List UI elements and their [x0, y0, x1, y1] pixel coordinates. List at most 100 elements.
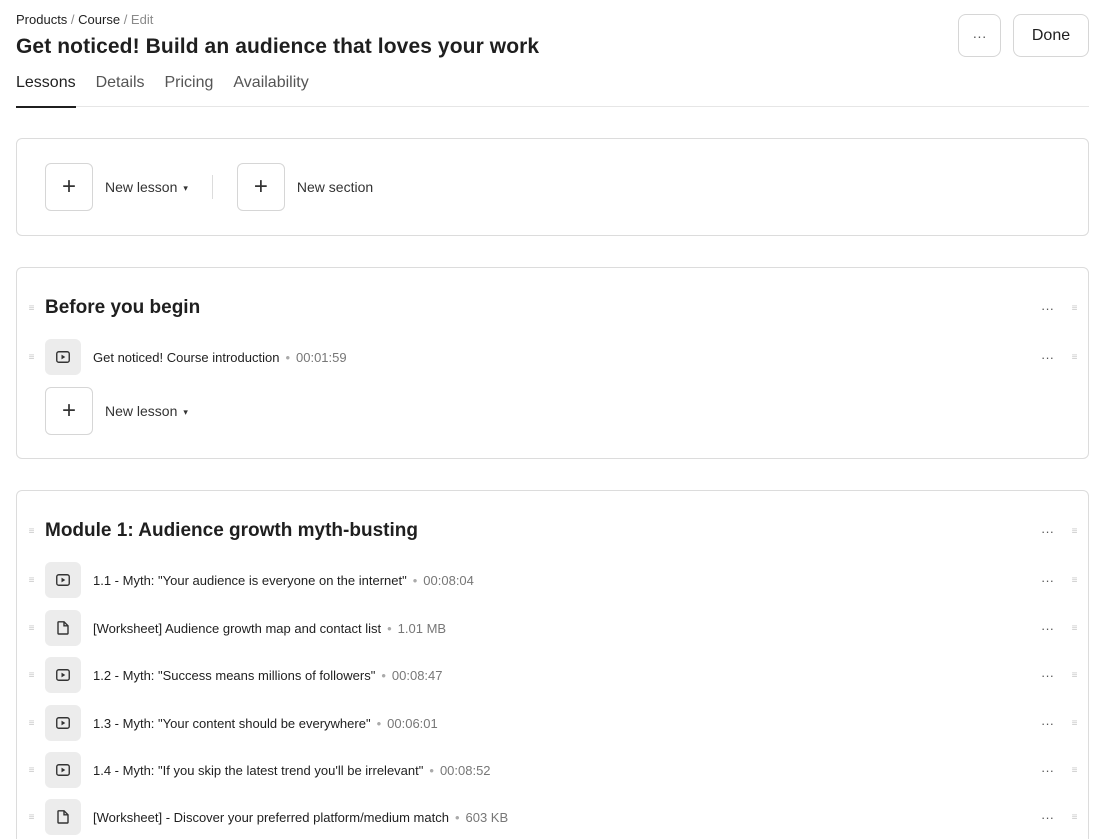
lesson-duration: 00:08:52 [439, 762, 491, 778]
lesson-name: [Worksheet] Audience growth map and cont… [93, 620, 382, 636]
lesson-duration: 00:08:04 [423, 572, 474, 588]
lesson-title[interactable]: 1.1 - Myth: "Your audience is everyone o… [93, 573, 474, 588]
new-section-plus-button[interactable]: + [236, 163, 285, 211]
section-more-icon[interactable]: ··· [1041, 524, 1054, 539]
tab-pricing[interactable]: Pricing [165, 71, 214, 107]
video-icon [45, 339, 81, 375]
new-section-button[interactable]: New section [297, 179, 373, 195]
lesson-row[interactable]: ≡ 1.3 - Myth: "Your content should be ev… [17, 705, 1088, 741]
lesson-title[interactable]: Get noticed! Course introduction • 00:01:5… [93, 350, 347, 365]
drag-handle-icon[interactable]: ≡ [1069, 670, 1079, 681]
drag-handle-icon[interactable]: ≡ [26, 765, 36, 776]
drag-handle-icon[interactable]: ≡ [1069, 765, 1079, 776]
tab-availability[interactable]: Availability [233, 71, 308, 107]
lesson-duration: 00:06:01 [387, 715, 438, 731]
new-lesson-label: New lesson [105, 403, 178, 419]
lesson-name: 1.4 - Myth: "If you skip the latest tren… [93, 762, 424, 778]
drag-handle-icon[interactable]: ≡ [26, 670, 36, 681]
drag-handle-icon[interactable]: ≡ [1069, 526, 1079, 537]
drag-handle-icon[interactable]: ≡ [1069, 303, 1079, 314]
drag-handle-icon[interactable]: ≡ [1069, 623, 1079, 634]
file-size: 1.01 MB [397, 620, 447, 636]
section-more-icon[interactable]: ··· [1041, 301, 1054, 316]
breadcrumb: Products / Course / Edit [16, 12, 1089, 28]
lesson-name: 1.2 - Myth: "Success means millions of f… [93, 667, 376, 683]
lesson-duration: 00:01:59 [296, 349, 347, 365]
done-button[interactable]: Done [1013, 14, 1089, 57]
separator-dot: • [429, 762, 434, 778]
lesson-row[interactable]: ≡ [Worksheet] - Discover your preferred … [17, 799, 1088, 835]
caret-down-icon: ▾ [183, 407, 188, 417]
new-lesson-label: New lesson [105, 179, 178, 195]
drag-handle-icon[interactable]: ≡ [26, 303, 36, 314]
tab-lessons[interactable]: Lessons [16, 71, 76, 108]
lesson-name: Get noticed! Course introduction [93, 349, 280, 365]
lesson-duration: 00:08:47 [391, 667, 443, 683]
plus-icon: + [61, 173, 76, 200]
lesson-title[interactable]: 1.4 - Myth: "If you skip the latest tren… [93, 763, 491, 778]
tab-details[interactable]: Details [96, 71, 145, 107]
lesson-row[interactable]: ≡ 1.2 - Myth: "Success means millions of… [17, 657, 1088, 693]
lesson-more-icon[interactable]: ··· [1041, 621, 1054, 636]
drag-handle-icon[interactable]: ≡ [26, 718, 36, 729]
video-icon [45, 562, 81, 598]
drag-handle-icon[interactable]: ≡ [26, 812, 36, 823]
separator-dot: • [412, 572, 418, 588]
file-size: 603 KB [465, 809, 509, 825]
breadcrumb-course[interactable]: Course [78, 12, 120, 27]
breadcrumb-separator: / [67, 12, 79, 27]
new-lesson-dropdown[interactable]: New lesson ▾ [105, 179, 188, 195]
drag-handle-icon[interactable]: ≡ [26, 352, 36, 363]
lesson-more-icon[interactable]: ··· [1041, 350, 1054, 365]
lesson-title[interactable]: 1.2 - Myth: "Success means millions of f… [93, 668, 443, 683]
drag-handle-icon[interactable]: ≡ [1069, 812, 1079, 823]
new-lesson-plus-button[interactable]: + [45, 387, 93, 435]
drag-handle-icon[interactable]: ≡ [1069, 352, 1079, 363]
add-lesson-row: + New lesson ▾ [45, 387, 188, 435]
lesson-name: [Worksheet] - Discover your preferred pl… [93, 809, 449, 825]
breadcrumb-separator: / [120, 12, 131, 27]
add-content-toolbar: + New lesson ▾ + New section [45, 163, 373, 211]
new-lesson-plus-button[interactable]: + [45, 163, 93, 211]
drag-handle-icon[interactable]: ≡ [1069, 718, 1079, 729]
lesson-title[interactable]: [Worksheet] Audience growth map and cont… [93, 621, 446, 636]
video-icon [45, 752, 81, 788]
file-icon [45, 610, 81, 646]
drag-handle-icon[interactable]: ≡ [26, 623, 36, 634]
file-icon [45, 799, 81, 835]
section-header: ≡ Before you begin ··· ≡ [17, 293, 1088, 323]
page-title: Get noticed! Build an audience that love… [16, 35, 540, 58]
page-header: Products / Course / Edit Get noticed! Bu… [16, 12, 1089, 60]
separator-dot: • [376, 715, 382, 731]
more-options-button[interactable]: ··· [958, 14, 1001, 57]
new-lesson-dropdown[interactable]: New lesson ▾ [105, 403, 188, 419]
separator-dot: • [381, 667, 386, 683]
lesson-row[interactable]: ≡ Get noticed! Course introduction • 00:01… [17, 339, 1088, 375]
drag-handle-icon[interactable]: ≡ [1069, 575, 1079, 586]
lesson-more-icon[interactable]: ··· [1041, 573, 1054, 588]
video-icon [45, 705, 81, 741]
section-card: ≡ Module 1: Audience growth myth-busting… [16, 490, 1089, 839]
section-header: ≡ Module 1: Audience growth myth-busting… [17, 516, 1088, 546]
breadcrumb-products[interactable]: Products [16, 12, 67, 27]
section-title: Module 1: Audience growth myth-busting [45, 520, 418, 541]
section-title: Before you begin [45, 297, 201, 318]
lesson-row[interactable]: ≡ [Worksheet] Audience growth map and co… [17, 610, 1088, 646]
lesson-title[interactable]: [Worksheet] - Discover your preferred pl… [93, 810, 508, 825]
lesson-more-icon[interactable]: ··· [1041, 763, 1054, 778]
lesson-more-icon[interactable]: ··· [1041, 810, 1054, 825]
drag-handle-icon[interactable]: ≡ [26, 575, 36, 586]
add-content-card: + New lesson ▾ + New section [16, 138, 1089, 236]
separator-dot: • [454, 809, 460, 825]
separator-dot: • [387, 620, 392, 636]
lesson-more-icon[interactable]: ··· [1041, 716, 1054, 731]
caret-down-icon: ▾ [183, 183, 188, 193]
lesson-row[interactable]: ≡ 1.1 - Myth: "Your audience is everyone… [17, 562, 1088, 598]
lesson-row[interactable]: ≡ 1.4 - Myth: "If you skip the latest tr… [17, 752, 1088, 788]
lesson-more-icon[interactable]: ··· [1041, 668, 1054, 683]
section-card: ≡ Before you begin ··· ≡ ≡ Get noticed! … [16, 267, 1089, 459]
toolbar-divider [211, 175, 213, 199]
tab-bar: Lessons Details Pricing Availability [16, 71, 1089, 108]
lesson-title[interactable]: 1.3 - Myth: "Your content should be ever… [93, 716, 438, 731]
drag-handle-icon[interactable]: ≡ [26, 526, 36, 537]
